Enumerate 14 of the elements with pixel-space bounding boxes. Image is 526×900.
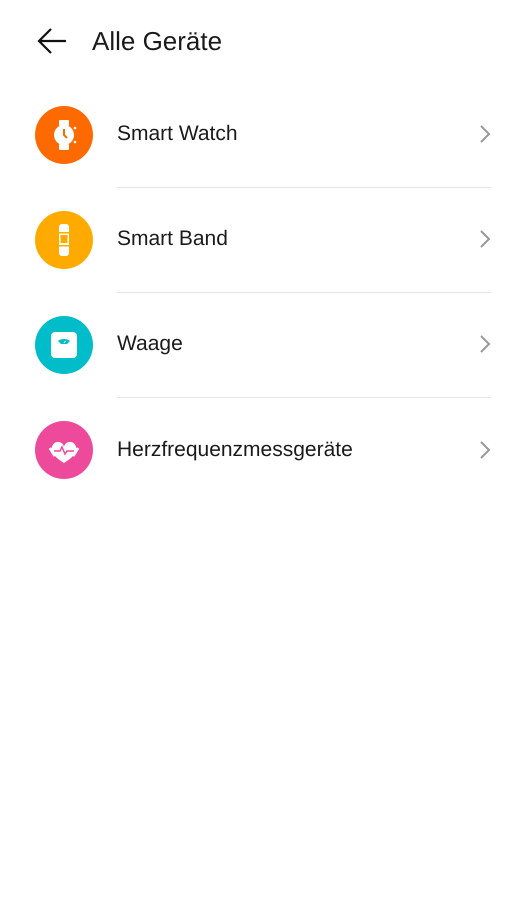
back-button[interactable] — [36, 26, 68, 56]
page-title: Alle Geräte — [92, 26, 222, 56]
chevron-icon — [479, 124, 491, 144]
device-name: Waage — [117, 332, 184, 356]
device-item[interactable]: Smart Band — [0, 187, 526, 292]
device-item[interactable]: Waage — [0, 292, 526, 397]
device-name: Smart Band — [117, 227, 229, 251]
chevron-icon — [479, 440, 491, 460]
device-name: Herzfrequenzmessgeräte — [117, 438, 354, 462]
device-name: Smart Watch — [117, 122, 239, 146]
device-item[interactable]: Herzfrequenzmessgeräte — [0, 397, 526, 502]
chevron-icon — [479, 334, 491, 354]
device-item[interactable]: Smart Watch — [0, 82, 526, 187]
chevron-icon — [479, 229, 491, 249]
